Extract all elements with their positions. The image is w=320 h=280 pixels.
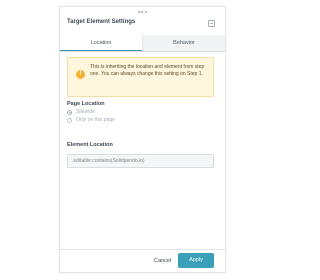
panel-footer: Cancel Apply (60, 249, 225, 274)
radio-label-sitewide: Sitewide (76, 109, 95, 115)
radio-button-this-page[interactable] (67, 117, 72, 123)
panel-title: Target Element Settings (67, 19, 136, 25)
inheritance-notice: ! This is inheriting the location and el… (67, 57, 214, 97)
tab-location[interactable]: Location (60, 35, 142, 51)
collapse-icon[interactable] (208, 20, 215, 27)
element-location-label: Element Location (67, 142, 113, 148)
exclamation-icon: ! (76, 70, 85, 79)
radio-option-this-page[interactable]: Only on this page (67, 117, 115, 123)
radio-label-this-page: Only on this page (76, 117, 115, 123)
page-location-label: Page Location (67, 101, 105, 107)
element-location-field[interactable]: .editable:contains(Solidpendo.io) (67, 154, 214, 168)
target-element-settings-panel: Target Element Settings Location Behavio… (59, 6, 226, 273)
apply-button[interactable]: Apply (178, 253, 214, 268)
tab-behavior[interactable]: Behavior (142, 35, 225, 51)
radio-button-sitewide[interactable] (67, 109, 72, 115)
cancel-button[interactable]: Cancel (154, 258, 171, 264)
panel-header: Target Element Settings (60, 13, 225, 36)
tab-bar: Location Behavior (60, 35, 225, 52)
radio-option-sitewide[interactable]: Sitewide (67, 109, 95, 115)
notice-text: This is inheriting the location and elem… (90, 64, 205, 77)
